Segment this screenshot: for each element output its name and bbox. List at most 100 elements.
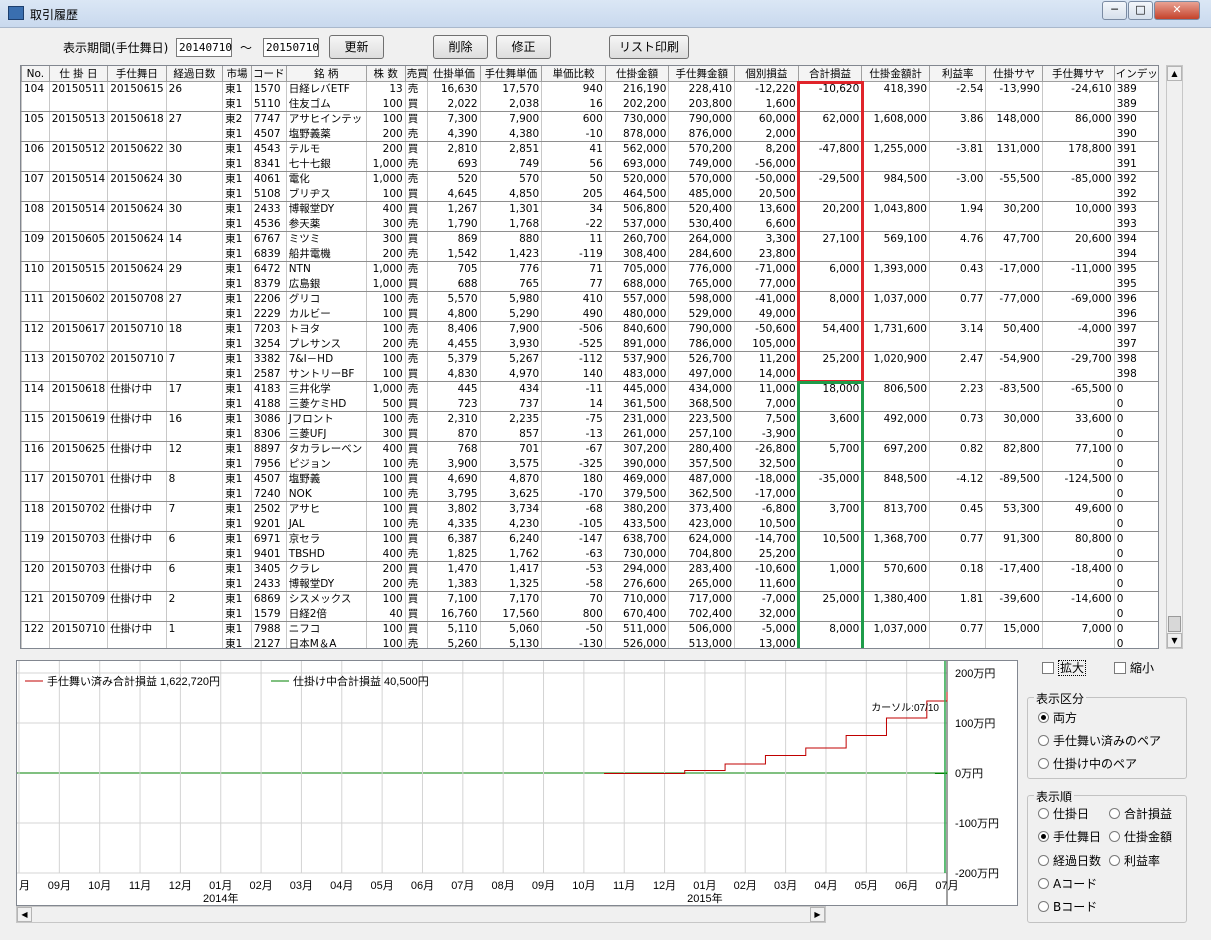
table-row[interactable]: 東1 7956 ピジョン 100 売 3,900 3,575 -325 390,000 357,5…	[21, 456, 1158, 472]
table-row[interactable]: 122 20150710 仕掛け中 1 東1 7988 ニフコ 100 買 5,110 5,060-…	[21, 621, 1158, 637]
zoom-in-checkbox[interactable]: 拡大	[1042, 659, 1087, 676]
table-row[interactable]: 117 20150701 仕掛け中 8 東1 4507 塩野義 100 買 4,690 4,870 1…	[21, 471, 1158, 487]
table-cell: 50	[541, 171, 606, 187]
table-row[interactable]: 107 20150514 20150624 30 東1 4061 電化 1,000 売 520 57…	[21, 171, 1158, 187]
table-cell: 870	[427, 426, 481, 442]
table-cell: 売	[404, 81, 429, 97]
table-row[interactable]: 120 20150703 仕掛け中 6 東1 3405 クラレ 200 買 1,470 1,417-…	[21, 561, 1158, 577]
column-header[interactable]: No.	[21, 66, 50, 82]
column-header[interactable]: 経過日数	[165, 66, 224, 82]
column-header[interactable]: 合計損益	[797, 66, 863, 82]
scroll-down-arrow[interactable]: ▼	[1167, 633, 1182, 648]
column-header[interactable]: 仕掛金額計	[861, 66, 930, 82]
table-row[interactable]: 東1 2229 カルビー 100 買 4,800 5,290 490 480,000 529,00…	[21, 306, 1158, 322]
table-row[interactable]: 東1 8306 三菱UFJ 300 買 870 857 -13 261,000 257,100 -3…	[21, 426, 1158, 442]
table-row[interactable]: 111 20150602 20150708 27 東1 2206 グリコ 100 売 5,570 5…	[21, 291, 1158, 307]
table-row[interactable]: 109 20150605 20150624 14 東1 6767 ミツミ 300 買 869 880…	[21, 231, 1158, 247]
date-from-input[interactable]: 20140710	[176, 38, 232, 57]
column-header[interactable]: コード	[250, 66, 287, 82]
column-header[interactable]: 手仕舞サヤ	[1041, 66, 1115, 82]
column-header[interactable]: 仕掛サヤ	[985, 66, 1043, 82]
delete-button[interactable]: 削除	[433, 35, 488, 59]
table-cell	[797, 576, 863, 592]
column-header[interactable]: 市場	[222, 66, 252, 82]
table-cell: -325	[541, 456, 606, 472]
close-button[interactable]: ✕	[1154, 1, 1200, 20]
scroll-left-arrow[interactable]: ◀	[17, 907, 32, 922]
maximize-button[interactable]: □	[1128, 1, 1153, 20]
table-row[interactable]: 104 20150511 20150615 26 東1 1570 日経レバETF 13 売 16,…	[21, 81, 1158, 97]
column-header[interactable]: 銘 柄	[285, 66, 367, 82]
sort-entry-date-radio[interactable]: 仕掛日	[1038, 805, 1089, 822]
scroll-up-arrow[interactable]: ▲	[1167, 66, 1182, 81]
sort-a-code-radio[interactable]: Aコード	[1038, 875, 1097, 892]
table-cell	[21, 456, 50, 472]
table-row[interactable]: 東1 4507 塩野義薬 200 売 4,390 4,380 -10 878,000 876,00…	[21, 126, 1158, 142]
table-row[interactable]: 108 20150514 20150624 30 東1 2433 博報堂DY 400 買 1,26…	[21, 201, 1158, 217]
table-row[interactable]: 東1 2127 日本M＆A 100 売 5,260 5,130 -130 526,000 513,…	[21, 636, 1158, 648]
table-row[interactable]: 112 20150617 20150710 18 東1 7203 トヨタ 100 売 8,406 7…	[21, 321, 1158, 337]
column-header[interactable]: 単価比較	[541, 66, 606, 82]
zoom-out-checkbox[interactable]: 縮小	[1114, 659, 1154, 676]
table-cell	[1041, 426, 1115, 442]
column-header[interactable]: 仕掛金額	[604, 66, 670, 82]
column-header[interactable]: インデックス	[1113, 66, 1158, 82]
table-row[interactable]: 113 20150702 20150710 7 東1 3382 7&I－HD 100 売 5,37…	[21, 351, 1158, 367]
table-row[interactable]: 東1 6839 船井電機 200 売 1,542 1,423 -119 308,400 284,6…	[21, 246, 1158, 262]
scroll-thumb[interactable]	[1168, 616, 1181, 632]
sort-b-code-radio[interactable]: Bコード	[1038, 898, 1097, 915]
table-row[interactable]: 110 20150515 20150624 29 東1 6472 NTN 1,000 売 705 7…	[21, 261, 1158, 277]
table-cell: 東1	[222, 486, 252, 502]
table-row[interactable]: 115 20150619 仕掛け中 16 東1 3086 Jフロント 100 売 2,310 2,2…	[21, 411, 1158, 427]
table-row[interactable]: 121 20150709 仕掛け中 2 東1 6869 シスメックス 100 買 7,100 7,1…	[21, 591, 1158, 607]
column-header[interactable]: 手仕舞単価	[479, 66, 543, 82]
table-row[interactable]: 東1 8341 七十七銀 1,000 売 693 749 56 693,000 749,000 -5…	[21, 156, 1158, 172]
table-row[interactable]: 119 20150703 仕掛け中 6 東1 6971 京セラ 100 買 6,387 6,240-…	[21, 531, 1158, 547]
table-row[interactable]: 114 20150618 仕掛け中 17 東1 4183 三井化学 1,000 売 445 434-…	[21, 381, 1158, 397]
column-header[interactable]: 手仕舞金額	[668, 66, 736, 82]
table-row[interactable]: 105 20150513 20150618 27 東2 7747 アサヒインテッ 100 買 7,…	[21, 111, 1158, 127]
display-open-radio[interactable]: 仕掛け中のペア	[1038, 755, 1137, 772]
sort-entry-amount-radio[interactable]: 仕掛金額	[1109, 828, 1172, 845]
table-row[interactable]: 東1 2433 博報堂DY 200 売 1,383 1,325 -58 276,600 265,0…	[21, 576, 1158, 592]
column-header[interactable]: 仕 掛 日	[48, 66, 109, 82]
sort-total-pnl-radio[interactable]: 合計損益	[1109, 805, 1172, 822]
trade-history-table[interactable]: No. 仕 掛 日手仕舞日 経過日数 市場 コード銘 柄株 数売買 仕掛単価 手仕舞単価 単価…	[20, 65, 1159, 649]
table-row[interactable]: 東1 4536 参天薬 300 売 1,790 1,768 -22 537,000 530,400…	[21, 216, 1158, 232]
edit-button[interactable]: 修正	[496, 35, 551, 59]
scroll-right-arrow[interactable]: ▶	[810, 907, 825, 922]
table-row[interactable]: 東1 5108 ブリヂス 100 買 4,645 4,850 205 464,500 485,00…	[21, 186, 1158, 202]
sort-profit-rate-radio[interactable]: 利益率	[1109, 852, 1160, 869]
table-row[interactable]: 116 20150625 仕掛け中 12 東1 8897 タカラレーベン 400 買 768 701…	[21, 441, 1158, 457]
chart-horizontal-scrollbar[interactable]: ◀ ▶	[16, 906, 826, 923]
table-row[interactable]: 東1 8379 広島銀 1,000 買 688 765 77 688,000 765,000 77,…	[21, 276, 1158, 292]
minimize-button[interactable]: ─	[1102, 1, 1127, 20]
table-cell	[21, 516, 50, 532]
table-row[interactable]: 東1 2587 サントリーBF 100 買 4,830 4,970 140 483,000 497…	[21, 366, 1158, 382]
print-list-button[interactable]: リスト印刷	[609, 35, 689, 59]
display-closed-radio[interactable]: 手仕舞い済みのペア	[1038, 732, 1161, 749]
table-row[interactable]: 東1 9201 JAL 100 売 4,335 4,230 -105 433,500 423,00…	[21, 516, 1158, 532]
table-vertical-scrollbar[interactable]: ▲ ▼	[1166, 65, 1183, 649]
column-header[interactable]: 株 数	[365, 66, 406, 82]
column-header[interactable]: 仕掛単価	[427, 66, 481, 82]
table-row[interactable]: 東1 3254 プレサンス 200 売 4,455 3,930 -525 891,000 786,…	[21, 336, 1158, 352]
table-row[interactable]: 東1 5110 住友ゴム 100 買 2,022 2,038 16 202,200 203,800…	[21, 96, 1158, 112]
table-row[interactable]: 東1 9401 TBSHD 400 売 1,825 1,762 -63 730,000 704,8…	[21, 546, 1158, 562]
table-row[interactable]: 東1 7240 NOK 100 売 3,795 3,625 -170 379,500 362,50…	[21, 486, 1158, 502]
table-cell: トヨタ	[285, 321, 367, 337]
refresh-button[interactable]: 更新	[329, 35, 384, 59]
table-row[interactable]: 118 20150702 仕掛け中 7 東1 2502 アサヒ 100 買 3,802 3,734-…	[21, 501, 1158, 517]
date-to-input[interactable]: 20150710	[263, 38, 319, 57]
column-header[interactable]: 個別損益	[734, 66, 799, 82]
sort-elapsed-days-radio[interactable]: 経過日数	[1038, 852, 1101, 869]
table-cell: 506,800	[604, 201, 670, 217]
table-row[interactable]: 東1 4188 三菱ケミHD 500 買 723 737 14 361,500 368,500 7,…	[21, 396, 1158, 412]
sort-exit-date-radio[interactable]: 手仕舞日	[1038, 828, 1101, 845]
column-header[interactable]: 利益率	[928, 66, 987, 82]
column-header[interactable]: 売買	[404, 66, 429, 82]
table-row[interactable]: 106 20150512 20150622 30 東1 4543 テルモ 200 買 2,810 2…	[21, 141, 1158, 157]
table-row[interactable]: 東1 1579 日経2倍 40 買 16,760 17,560 800 670,400 702,4…	[21, 606, 1158, 622]
display-both-radio[interactable]: 両方	[1038, 709, 1077, 726]
column-header[interactable]: 手仕舞日	[107, 66, 167, 82]
